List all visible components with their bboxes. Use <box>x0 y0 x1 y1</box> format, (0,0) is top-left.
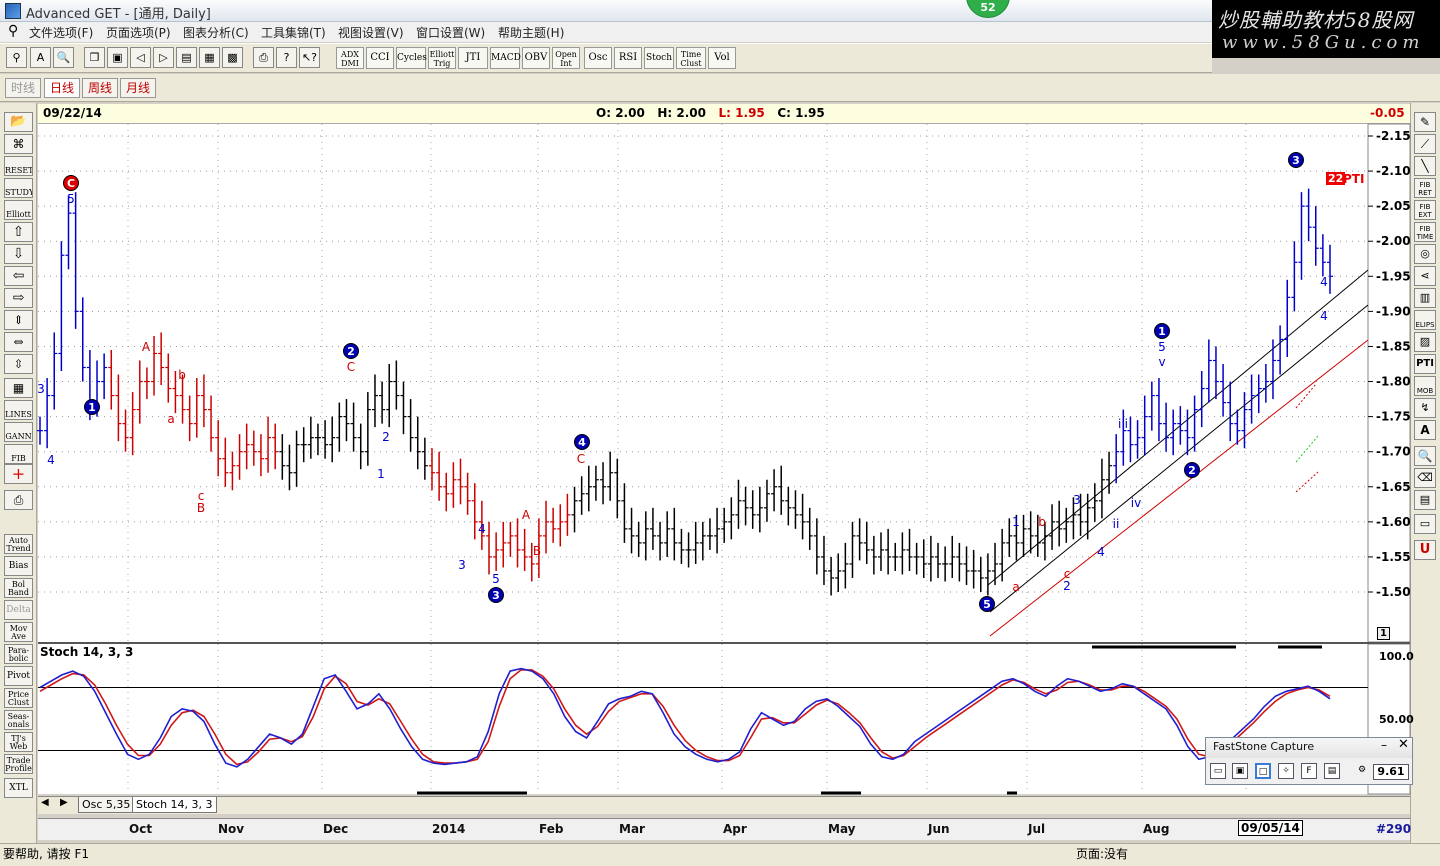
price-axis-label: -1.80 <box>1376 375 1411 389</box>
pti-label: PTI <box>1343 172 1365 186</box>
wave-label: 4 <box>1320 309 1328 323</box>
wave-label: iii <box>1118 417 1128 431</box>
status-bar <box>0 843 1440 866</box>
month-label: Dec <box>323 822 349 836</box>
price-axis-label: -2.00 <box>1376 234 1411 248</box>
tab-osc[interactable]: Osc 5,35 <box>78 797 135 813</box>
wave-label: 2 <box>1188 464 1196 477</box>
month-label: Jun <box>928 822 950 836</box>
price-axis-label: -1.85 <box>1376 339 1411 353</box>
month-label: Nov <box>218 822 245 836</box>
price-scale-marker[interactable]: 1 <box>1377 627 1390 640</box>
price-axis-label: -1.60 <box>1376 515 1411 529</box>
wave-label: b <box>1038 515 1046 529</box>
month-label: Apr <box>723 822 747 836</box>
settings-icon[interactable]: ⚙ <box>1354 763 1370 779</box>
tab-stoch[interactable]: Stoch 14, 3, 3 <box>132 797 217 813</box>
price-axis-label: -2.15 <box>1376 129 1411 143</box>
osc-axis-100: 100.0 <box>1379 650 1414 663</box>
wave-label: C <box>347 360 355 374</box>
wave-label: 4 <box>578 436 586 449</box>
osc-axis-50: 50.00 <box>1379 713 1414 726</box>
month-label: Oct <box>129 822 153 836</box>
wave-label: 2 <box>1063 579 1071 593</box>
price-axis-label: -1.70 <box>1376 445 1411 459</box>
wave-label: 5 <box>983 598 991 611</box>
price-axis-label: -1.65 <box>1376 480 1411 494</box>
capture-window-icon[interactable]: ▭ <box>1210 763 1226 779</box>
date-cursor-label: 09/05/14 <box>1238 820 1303 836</box>
month-label: Aug <box>1143 822 1170 836</box>
price-axis-label: -1.75 <box>1376 410 1411 424</box>
tab-scroll-right-icon[interactable]: ▶ <box>60 797 68 808</box>
price-axis-label: -1.90 <box>1376 304 1411 318</box>
month-label: Mar <box>619 822 645 836</box>
price-plot-area <box>38 124 1368 642</box>
capture-object-icon[interactable]: ▣ <box>1232 763 1248 779</box>
wave-label: A <box>142 340 151 354</box>
wave-label: b <box>178 368 186 382</box>
capture-freehand-icon[interactable]: ✧ <box>1278 763 1294 779</box>
wave-label: a <box>167 412 174 426</box>
indicator-tab-bar <box>38 796 1410 814</box>
wave-label: B <box>533 544 541 558</box>
wave-label: 1 <box>377 467 385 481</box>
capture-region-icon[interactable]: □ <box>1255 763 1271 779</box>
wave-label: 4 <box>478 522 486 536</box>
wave-label: 1 <box>1158 325 1166 338</box>
wave-label: 5 <box>1158 340 1166 354</box>
wave-label: 4 <box>47 453 55 467</box>
wave-label: 5 <box>67 192 75 206</box>
status-page-text: 页面:没有 <box>1076 847 1129 861</box>
close-icon[interactable]: ✕ <box>1398 737 1409 752</box>
price-axis-label: -1.55 <box>1376 550 1411 564</box>
osc-title: Stoch 14, 3, 3 <box>40 645 134 659</box>
wave-label: 4 <box>1097 545 1105 559</box>
wave-label: B <box>197 501 205 515</box>
month-label: May <box>828 822 856 836</box>
status-help-text: 要帮助, 请按 F1 <box>3 847 89 861</box>
faststone-title: FastStone Capture <box>1213 740 1315 753</box>
wave-label: 3 <box>458 558 466 572</box>
wave-label: 2 <box>347 345 355 358</box>
wave-label: 4 <box>1320 275 1328 289</box>
minimize-icon[interactable]: – <box>1381 738 1387 752</box>
capture-fullscreen-icon[interactable]: F <box>1301 763 1317 779</box>
wave-label: A <box>522 508 531 522</box>
month-label: Jul <box>1028 822 1046 836</box>
wave-label: 3 <box>1292 154 1300 167</box>
wave-label: C <box>577 452 585 466</box>
price-axis-label: -2.05 <box>1376 199 1411 213</box>
bar-count: #290 <box>1376 822 1412 836</box>
wave-label: iv <box>1131 496 1141 510</box>
wave-label: ii <box>1113 517 1120 531</box>
month-label: 2014 <box>432 822 466 836</box>
wave-label: a <box>1012 580 1019 594</box>
wave-label: 3 <box>37 382 45 396</box>
wave-label: 5 <box>492 572 500 586</box>
wave-label: v <box>1158 355 1165 369</box>
osc-plot-area <box>38 644 1368 794</box>
wave-label: 3 <box>492 589 500 602</box>
wave-label: C <box>67 177 75 190</box>
price-axis-label: -2.10 <box>1376 164 1411 178</box>
faststone-value: 9.61 <box>1373 764 1409 780</box>
tab-scroll-left-icon[interactable]: ◀ <box>41 797 49 808</box>
wave-label: 1 <box>88 401 96 414</box>
price-axis-label: -1.50 <box>1376 585 1411 599</box>
capture-scroll-icon[interactable]: ▤ <box>1324 763 1340 779</box>
wave-label: 3 <box>1073 493 1081 507</box>
price-axis-label: -1.95 <box>1376 269 1411 283</box>
wave-label: 1 <box>1012 515 1020 529</box>
wave-label: 2 <box>382 430 390 444</box>
month-label: Feb <box>539 822 564 836</box>
